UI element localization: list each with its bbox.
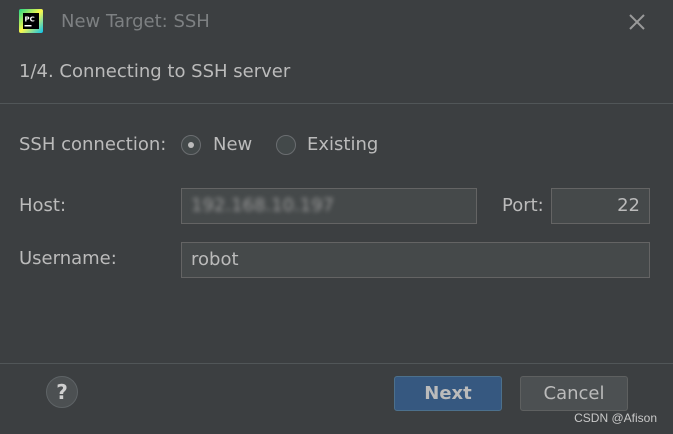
username-field[interactable]: robot xyxy=(181,242,650,278)
username-label: Username: xyxy=(19,248,117,269)
radio-existing[interactable] xyxy=(276,135,296,155)
svg-text:PC: PC xyxy=(25,16,35,24)
form-area: SSH connection: New Existing Host: 192.1… xyxy=(0,104,673,363)
radio-existing-label[interactable]: Existing xyxy=(307,133,378,157)
port-label: Port: xyxy=(502,195,544,216)
radio-new[interactable] xyxy=(181,135,201,155)
watermark: CSDN @Afison xyxy=(574,411,657,425)
step-title: 1/4. Connecting to SSH server xyxy=(19,61,291,82)
ssh-connection-label: SSH connection: xyxy=(19,134,167,155)
host-value: 192.168.10.197 xyxy=(191,195,335,216)
step-header: 1/4. Connecting to SSH server xyxy=(0,44,673,104)
window-title: New Target: SSH xyxy=(61,11,210,32)
cancel-button[interactable]: Cancel xyxy=(520,376,628,411)
next-button[interactable]: Next xyxy=(394,376,502,411)
footer: ? Next Cancel CSDN @Afison xyxy=(0,363,673,434)
host-field[interactable]: 192.168.10.197 xyxy=(181,188,477,224)
new-target-dialog: PC New Target: SSH 1/4. Connecting to SS… xyxy=(0,0,673,434)
titlebar: PC New Target: SSH xyxy=(0,0,673,44)
host-label: Host: xyxy=(19,195,67,216)
port-field[interactable]: 22 xyxy=(551,188,650,224)
pycharm-logo: PC xyxy=(19,9,43,33)
radio-new-label[interactable]: New xyxy=(213,133,252,157)
close-icon[interactable] xyxy=(625,10,649,34)
help-button[interactable]: ? xyxy=(46,376,78,408)
